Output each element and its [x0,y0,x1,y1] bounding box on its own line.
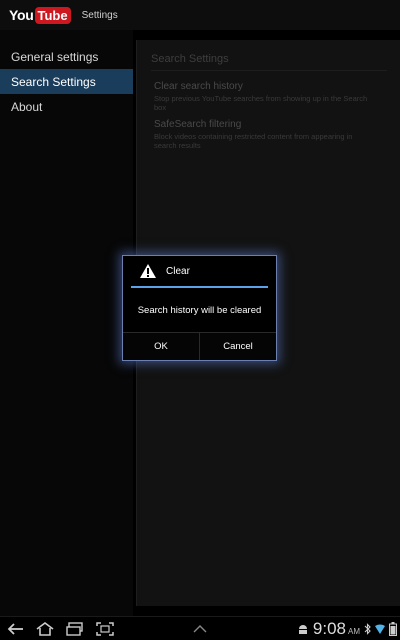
logo-you-text: You [9,7,34,23]
recent-apps-icon[interactable] [65,621,85,637]
settings-sidebar: General settings Search Settings About [0,30,133,616]
youtube-logo[interactable]: You Tube [9,5,71,25]
system-bar: 9:08 AM [0,616,400,640]
pref-title: Clear search history [154,81,243,92]
warning-icon [140,264,156,278]
battery-icon [389,622,397,636]
sidebar-item-general-settings[interactable]: General settings [0,44,133,69]
action-bar-title: Settings [81,9,118,21]
home-icon[interactable] [34,620,56,637]
dialog-button-row: OK Cancel [123,332,276,360]
android-icon [297,623,309,635]
pref-summary: Block videos containing restricted conte… [154,132,353,150]
dialog-title: Clear [166,265,190,277]
cancel-button[interactable]: Cancel [199,333,276,360]
pref-title: SafeSearch filtering [154,119,242,130]
clock-ampm: AM [348,627,360,636]
wifi-icon [374,623,386,635]
pref-clear-search-history[interactable]: Clear search history Stop previous YouTu… [154,81,369,112]
sidebar-item-about[interactable]: About [0,94,133,119]
logo-tube-text: Tube [34,6,71,24]
action-bar: You Tube Settings [0,0,400,30]
dialog-message: Search history will be cleared [137,304,262,316]
bluetooth-icon [364,623,371,635]
pane-header: Search Settings [151,53,387,71]
screenshot-icon[interactable] [95,621,115,637]
menu-up-icon[interactable] [191,623,209,635]
back-icon[interactable] [6,621,26,637]
clock-time: 9:08 [312,619,346,638]
pref-safesearch-filtering[interactable]: SafeSearch filtering Block videos contai… [154,119,369,150]
ok-button[interactable]: OK [123,333,199,360]
clear-history-dialog: Clear Search history will be cleared OK … [122,255,277,361]
status-area[interactable]: 9:08 AM [297,617,400,640]
pref-summary: Stop previous YouTube searches from show… [154,94,368,112]
sidebar-item-search-settings[interactable]: Search Settings [0,69,133,94]
dialog-title-bar: Clear [123,256,276,286]
